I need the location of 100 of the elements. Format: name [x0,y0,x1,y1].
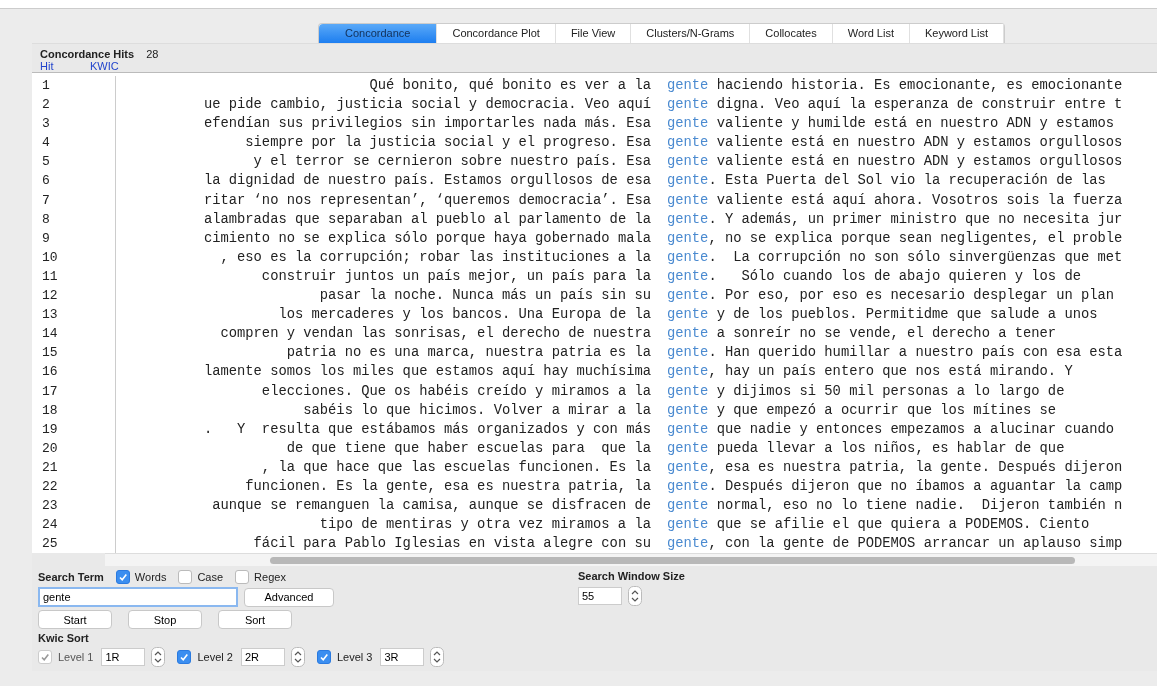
keyword: gente [667,173,709,189]
right-context: valiente y humilde está en nuestro ADN y estamos [715,116,1115,132]
hit-number: 15 [42,345,58,361]
right-context: . Y además, un primer ministro que no necesita jur [708,211,1123,227]
checkbox[interactable] [316,650,331,665]
level-label: Level 3 [336,651,373,664]
level-field[interactable]: 2R [240,648,285,667]
checkmark-icon [117,572,128,583]
right-context: , esa es nuestra patria, la gente. Después dijeron [708,459,1123,475]
keyword: gente [667,478,709,494]
right-context: . Han querido humillar a nuestro país con esa esta [708,345,1123,361]
tab[interactable]: Concordance [319,24,438,43]
keyword: gente [667,192,709,208]
keyword: gente [667,288,709,304]
checkbox-label: Regex [254,571,286,584]
keyword: gente [667,307,709,323]
keyword: gente [667,249,709,265]
stepper-icon[interactable] [628,586,642,607]
hit-number: 24 [42,517,58,533]
action-button[interactable]: Stop [128,610,202,630]
search-term-label: Search Term [38,571,104,584]
left-context: lamente somos los miles que estamos aquí hay muchísima [203,364,651,380]
right-context: . La corrupción no son sólo sinvergüenzas que met [708,249,1123,265]
keyword: gente [667,536,709,552]
left-context: siempre por la justicia social y el progreso. Esa [245,135,651,151]
left-context: de que tiene que haber escuelas para que la [286,440,651,456]
hits-count: 28 [146,48,159,60]
search-field[interactable]: gente [38,587,238,608]
right-context: . Sólo cuando los de abajo quieren y los de [708,268,1081,284]
level-label: Level 1 [58,651,94,664]
keyword: gente [667,383,709,399]
left-context: . Y resulta que estábamos más organizados y con más [203,421,651,437]
hit-number: 14 [42,326,58,342]
checkbox-label: Words [134,571,167,584]
left-context: cimiento no se explica sólo porque haya gobernado mala [203,230,651,246]
left-context: y el terror se cernieron sobre nuestro país. Esa [253,154,651,170]
right-context: y que empezó a ocurrir que los mítines se [715,402,1057,418]
keyword: gente [667,459,709,475]
stepper-icon[interactable] [151,647,166,668]
hit-number: 25 [42,536,58,552]
hit-number: 20 [42,440,58,456]
column-header: KWIC [90,60,119,72]
left-context: patria no es una marca, nuestra patria es la [286,345,651,361]
hit-number: 23 [42,498,58,514]
checkbox[interactable] [115,570,130,585]
left-context: los mercaderes y los bancos. Una Europa de la [278,307,651,323]
level-field[interactable]: 3R [380,648,425,667]
checkbox-label: Case [197,571,224,584]
right-context: que se afilie el que quiera a PODEMOS. Ciento [715,517,1090,533]
hit-number: 16 [42,364,58,380]
checkbox[interactable] [178,570,193,585]
window-size-field[interactable]: 55 [578,587,622,606]
keyword: gente [667,78,709,93]
right-context: valiente está en nuestro ADN y estamos orgullosos [715,154,1123,170]
hit-number: 13 [42,307,58,323]
checkbox[interactable] [235,570,250,585]
left-context: ue pide cambio, justicia social y democracia. Veo aquí [203,97,651,113]
left-context: Qué bonito, qué bonito es ver a la [369,78,651,93]
hit-number: 12 [42,288,58,304]
left-context: sabéis lo que hicimos. Volver a mirar a la [303,402,651,418]
left-context: aunque se remanguen la camisa, aunque se disfracen de [212,498,651,514]
keyword: gente [667,440,709,456]
action-button[interactable]: Sort [218,610,292,630]
stepper-icon[interactable] [430,647,445,668]
keyword: gente [667,345,709,361]
hit-number: 10 [42,249,58,265]
left-context: construir juntos un país mejor, un país para la [261,268,651,284]
keyword: gente [667,116,709,132]
stepper-icon[interactable] [290,647,305,668]
right-context: . Después dijeron que no íbamos a aguantar la camp [708,478,1123,494]
hit-number: 2 [42,97,50,113]
hit-number: 18 [42,402,58,418]
left-context: efendían sus privilegios sin importarles nada más. Esa [203,116,651,132]
keyword: gente [667,498,709,514]
right-context: . Esta Puerta del Sol vio la recuperación de las [708,173,1106,189]
hit-number: 17 [42,383,58,399]
keyword: gente [667,154,709,170]
checkmark-icon [318,652,329,663]
column-header: Hit [40,60,55,72]
right-context: haciendo historia. Es emocionante, es emocionante [715,78,1123,93]
hit-number: 22 [42,478,58,494]
keyword: gente [667,402,709,418]
left-context: pasar la noche. Nunca más un país sin su [319,288,651,304]
keyword: gente [667,326,709,342]
horizontal-scrollbar[interactable] [105,553,1157,567]
right-context: normal, eso no lo tiene nadie. Dijeron también n [715,498,1123,514]
checkmark-icon [40,652,50,663]
checkbox[interactable] [177,650,192,665]
right-context: pueda llevar a los niños, es hablar de que [715,440,1065,456]
advanced-button[interactable]: Advanced [244,587,334,607]
right-context: valiente está en nuestro ADN y estamos orgullosos [715,135,1123,151]
hits-label: Concordance Hits [40,48,135,60]
right-context: , hay un país entero que nos está mirando. Y [708,364,1073,380]
left-context: funcionen. Es la gente, esa es nuestra patria, la [245,478,651,494]
right-context: a sonreír no se vende, el derecho a tener [715,326,1057,342]
keyword: gente [667,268,709,284]
hit-number: 3 [42,116,50,132]
left-context: elecciones. Que os habéis creído y miramos a la [261,383,651,399]
action-button[interactable]: Start [38,610,112,630]
left-context: tipo de mentiras y otra vez miramos a la [319,517,651,533]
